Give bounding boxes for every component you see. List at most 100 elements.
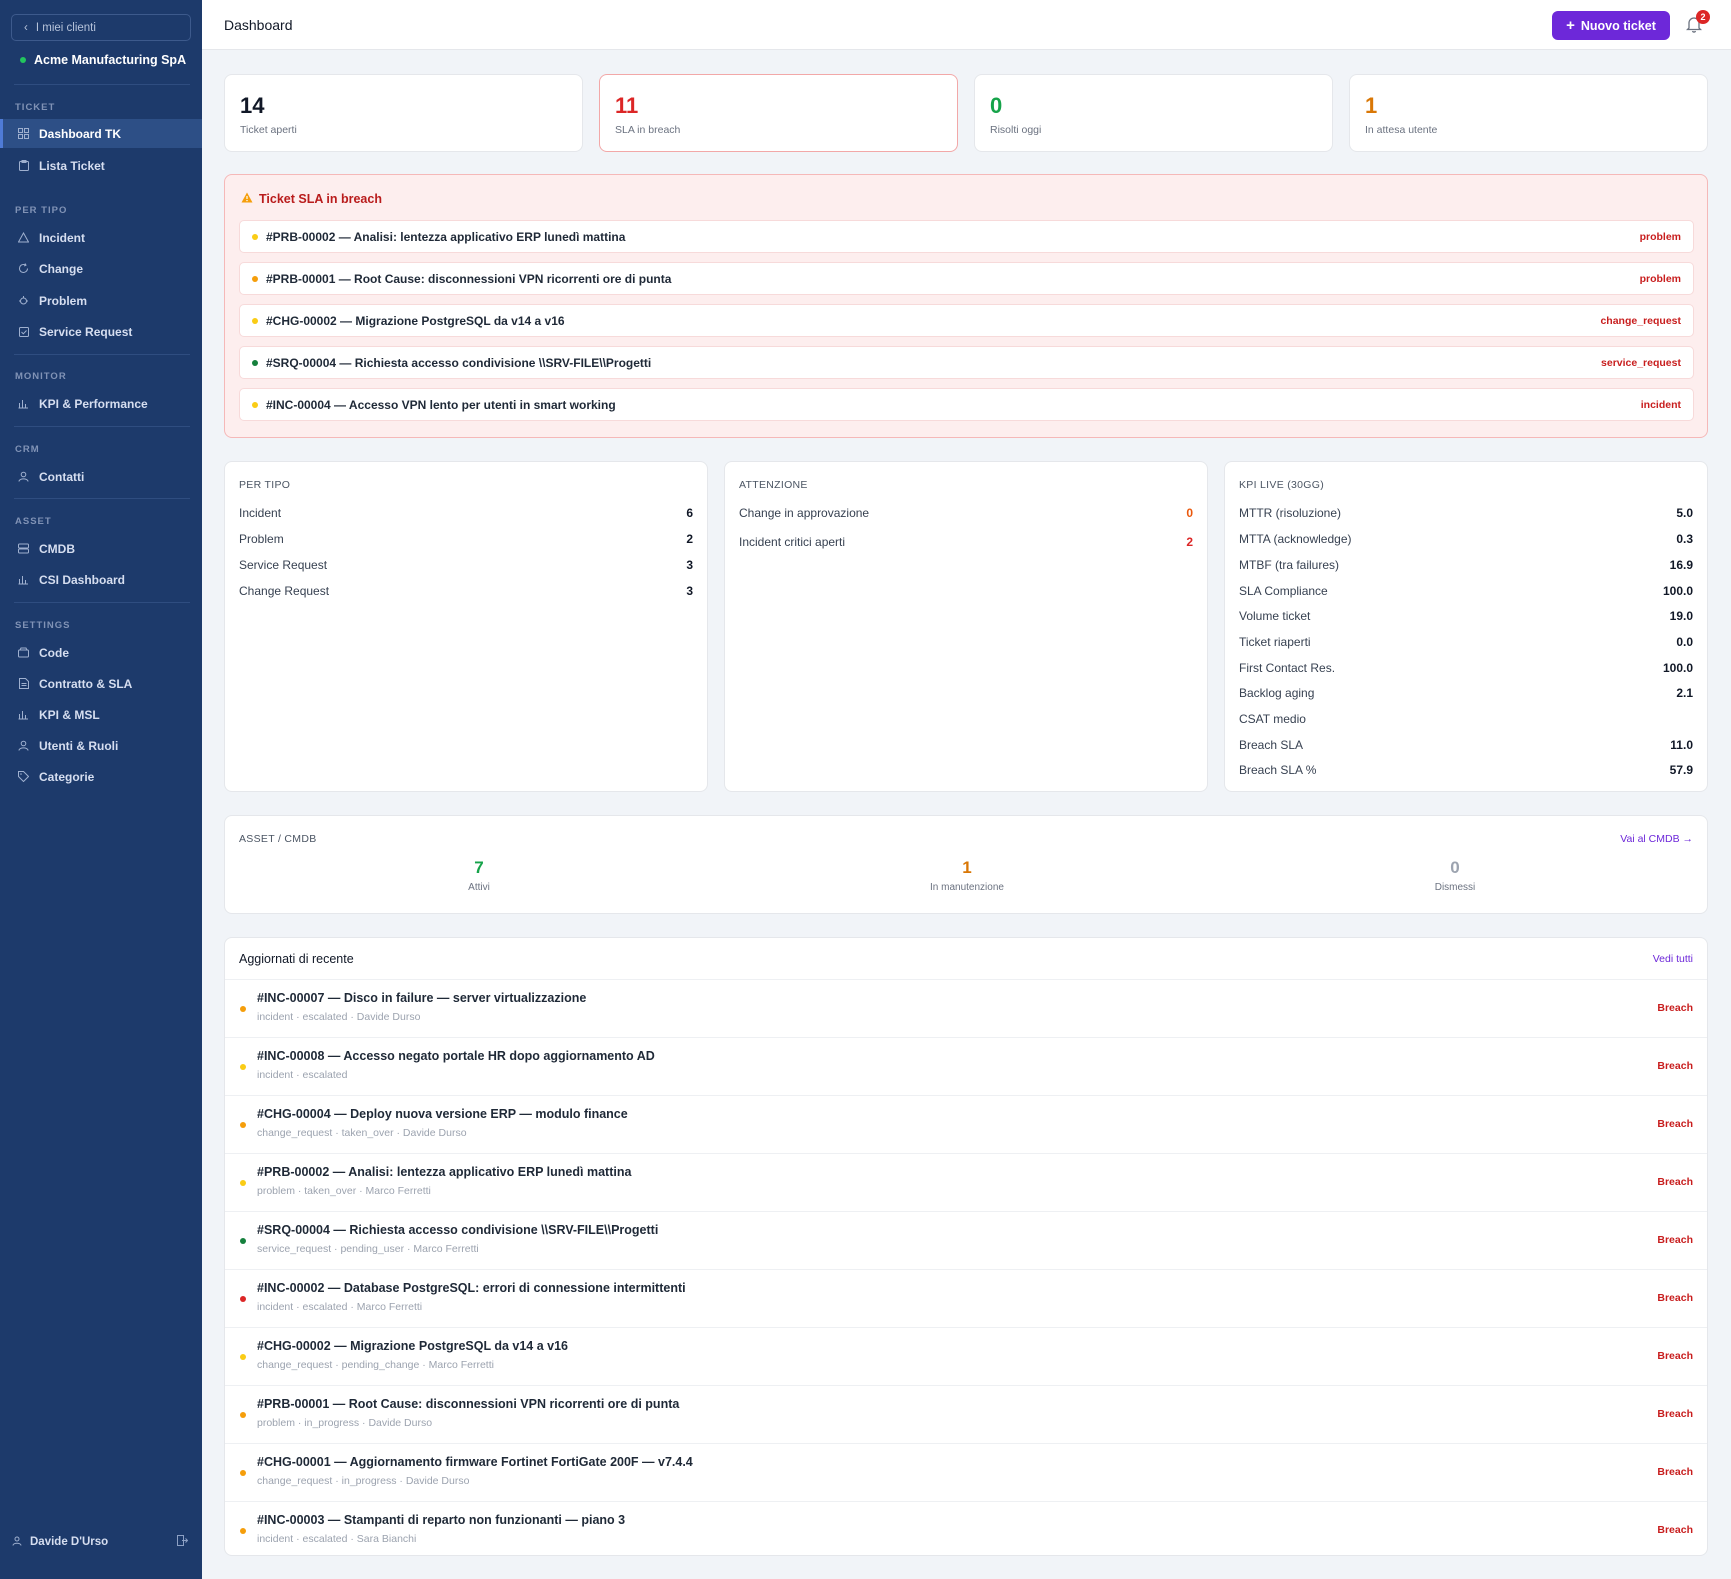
server-icon	[18, 543, 29, 554]
asset-label: Attivi	[468, 882, 490, 893]
recent-row-meta: incident · escalated · Marco Ferretti	[257, 1301, 423, 1313]
divider	[14, 602, 190, 603]
recent-row[interactable]: #PRB-00001 — Root Cause: disconnessioni …	[225, 1385, 1707, 1443]
sidebar-item-cmdb[interactable]: CMDB	[0, 534, 202, 563]
row-label: Breach SLA	[1239, 738, 1304, 752]
stat-card-ticket-aperti[interactable]: 14 Ticket aperti	[224, 74, 583, 152]
client-name: Acme Manufacturing SpA	[20, 53, 186, 67]
recent-row-meta: incident · escalated · Davide Durso	[257, 1011, 421, 1023]
breach-row[interactable]: #INC-00004 — Accesso VPN lento per utent…	[239, 388, 1694, 421]
breach-panel-title: Ticket SLA in breach	[241, 192, 382, 206]
inbox-icon	[18, 647, 29, 658]
row-value: 5.0	[1676, 506, 1693, 520]
breach-badge: Breach	[1657, 1118, 1693, 1130]
recent-row[interactable]: #CHG-00004 — Deploy nuova versione ERP —…	[225, 1095, 1707, 1153]
sidebar-item-label: Dashboard TK	[39, 126, 122, 141]
sidebar-item-utenti-ruoli[interactable]: Utenti & Ruoli	[0, 731, 202, 760]
recent-row[interactable]: #INC-00003 — Stampanti di reparto non fu…	[225, 1501, 1707, 1559]
status-dot-icon	[20, 57, 26, 63]
recent-row-title: #CHG-00001 — Aggiornamento firmware Fort…	[257, 1455, 693, 1469]
sidebar-item-label: CMDB	[39, 541, 75, 556]
section-monitor: MONITOR	[15, 371, 67, 382]
asset-stat-manutenzione: 1 In manutenzione	[867, 858, 1067, 893]
stat-card-risolti-oggi[interactable]: 0 Risolti oggi	[974, 74, 1333, 152]
row-value: 2	[1186, 535, 1193, 549]
recent-row[interactable]: #INC-00002 — Database PostgreSQL: errori…	[225, 1269, 1707, 1327]
sidebar-item-contratto-sla[interactable]: Contratto & SLA	[0, 669, 202, 698]
sidebar-item-csi-dashboard[interactable]: CSI Dashboard	[0, 565, 202, 594]
recent-row-title: #INC-00008 — Accesso negato portale HR d…	[257, 1049, 655, 1063]
grid-icon	[18, 128, 29, 139]
sidebar-item-dashboard-tk[interactable]: Dashboard TK	[0, 119, 202, 148]
breach-row[interactable]: #SRQ-00004 — Richiesta accesso condivisi…	[239, 346, 1694, 379]
bar-chart-icon	[18, 709, 29, 720]
recent-row[interactable]: #INC-00007 — Disco in failure — server v…	[225, 979, 1707, 1037]
row-value: 100.0	[1662, 661, 1693, 675]
panel-title: KPI LIVE (30GG)	[1239, 479, 1325, 491]
priority-dot-icon	[252, 233, 258, 240]
recent-row-title: #CHG-00004 — Deploy nuova versione ERP —…	[257, 1107, 628, 1121]
sidebar-item-kpi-performance[interactable]: KPI & Performance	[0, 389, 202, 418]
row-value: 0.0	[1676, 635, 1693, 649]
stat-card-sla-breach[interactable]: 11 SLA in breach	[599, 74, 958, 152]
sidebar-item-service-request[interactable]: Service Request	[0, 317, 202, 346]
attenzione-row: Incident critici aperti 2	[739, 535, 1193, 549]
section-settings: SETTINGS	[15, 620, 71, 631]
row-label: CSAT medio	[1239, 712, 1306, 726]
kpi-row: MTTA (acknowledge) 0.3	[1239, 532, 1693, 546]
logout-icon[interactable]	[177, 1535, 189, 1549]
recent-row[interactable]: #CHG-00001 — Aggiornamento firmware Fort…	[225, 1443, 1707, 1501]
cmdb-link[interactable]: Vai al CMDB →	[1620, 833, 1693, 845]
sidebar-item-change[interactable]: Change	[0, 254, 202, 283]
view-all-link[interactable]: Vedi tutti	[1653, 953, 1693, 965]
sidebar-item-label: Utenti & Ruoli	[39, 738, 119, 753]
breach-row[interactable]: #CHG-00002 — Migrazione PostgreSQL da v1…	[239, 304, 1694, 337]
sidebar-item-problem[interactable]: Problem	[0, 286, 202, 315]
breach-row-title: #INC-00004 — Accesso VPN lento per utent…	[266, 397, 616, 412]
asset-label: Dismessi	[1434, 882, 1476, 893]
recent-updates-panel: Aggiornati di recente Vedi tutti #INC-00…	[224, 937, 1708, 1556]
breach-badge: Breach	[1657, 1060, 1693, 1072]
warning-icon	[241, 192, 253, 206]
stat-value: 11	[615, 93, 639, 118]
back-to-clients-button[interactable]: ‹ I miei clienti	[11, 14, 191, 41]
recent-row-title: #SRQ-00004 — Richiesta accesso condivisi…	[257, 1223, 659, 1237]
sidebar-item-label: CSI Dashboard	[39, 572, 126, 587]
recent-row-meta: change_request · taken_over · Davide Dur…	[257, 1127, 467, 1139]
breach-row[interactable]: #PRB-00002 — Analisi: lentezza applicati…	[239, 220, 1694, 253]
user-icon	[12, 1536, 22, 1549]
sidebar-item-code[interactable]: Code	[0, 638, 202, 667]
attenzione-panel: ATTENZIONE Change in approvazione 0 Incid…	[724, 461, 1208, 792]
row-label: MTTA (acknowledge)	[1239, 532, 1352, 546]
sidebar-item-contatti[interactable]: Contatti	[0, 462, 202, 491]
recent-row[interactable]: #CHG-00002 — Migrazione PostgreSQL da v1…	[225, 1327, 1707, 1385]
clipboard-icon	[18, 160, 29, 171]
recent-row[interactable]: #SRQ-00004 — Richiesta accesso condivisi…	[225, 1211, 1707, 1269]
row-label: Volume ticket	[1239, 609, 1311, 623]
priority-dot-icon	[240, 1412, 246, 1418]
kpi-row: Volume ticket 19.0	[1239, 609, 1693, 623]
row-value: 19.0	[1669, 609, 1693, 623]
breach-row-title: #PRB-00002 — Analisi: lentezza applicati…	[266, 229, 626, 244]
asset-value: 0	[1450, 858, 1460, 877]
row-value: 11.0	[1670, 738, 1693, 752]
recent-row[interactable]: #PRB-00002 — Analisi: lentezza applicati…	[225, 1153, 1707, 1211]
stat-card-attesa-utente[interactable]: 1 In attesa utente	[1349, 74, 1708, 152]
recent-row-meta: service_request · pending_user · Marco F…	[257, 1243, 479, 1255]
breach-row-title: #SRQ-00004 — Richiesta accesso condivisi…	[266, 355, 652, 370]
sidebar-item-incident[interactable]: Incident	[0, 223, 202, 252]
sidebar-item-kpi-msl[interactable]: KPI & MSL	[0, 700, 202, 729]
warning-triangle-icon	[18, 232, 29, 243]
breach-row[interactable]: #PRB-00001 — Root Cause: disconnessioni …	[239, 262, 1694, 295]
section-crm: CRM	[15, 444, 40, 455]
recent-row[interactable]: #INC-00008 — Accesso negato portale HR d…	[225, 1037, 1707, 1095]
sidebar-item-lista-ticket[interactable]: Lista Ticket	[0, 151, 202, 180]
new-ticket-button[interactable]: + Nuovo ticket	[1552, 11, 1670, 40]
row-value: 100.0	[1662, 584, 1693, 598]
kpi-row: Ticket riaperti 0.0	[1239, 635, 1693, 649]
sidebar-item-categorie[interactable]: Categorie	[0, 762, 202, 791]
sidebar-item-label: Lista Ticket	[39, 158, 105, 173]
sidebar-item-label: Incident	[39, 230, 86, 245]
row-label: Change in approvazione	[739, 506, 870, 520]
new-ticket-label: Nuovo ticket	[1580, 18, 1656, 33]
